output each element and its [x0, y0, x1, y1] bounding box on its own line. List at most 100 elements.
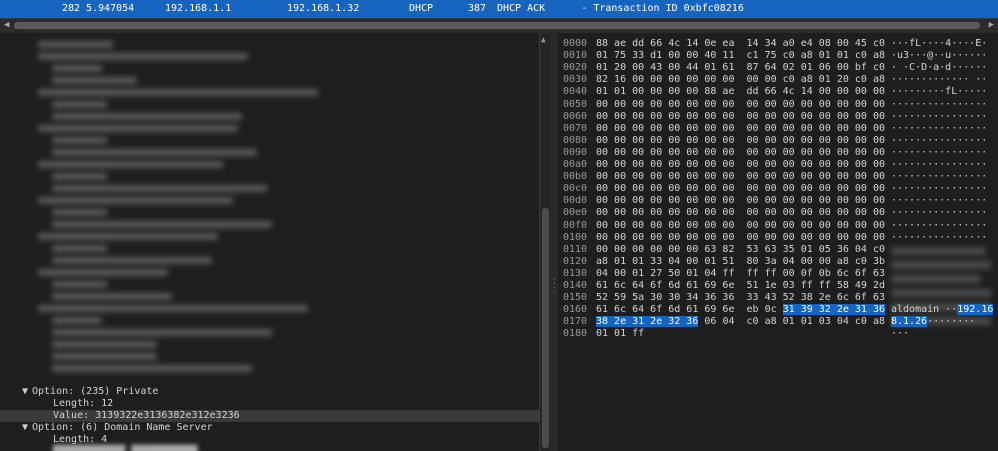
hex-row[interactable]: 0030 82 16 00 00 00 00 00 00 00 00 c0 a8 …	[558, 74, 998, 86]
hex-bytes[interactable]: 00 00 00 00 00 00 00 00 00 00 00 00 00 0…	[596, 171, 885, 183]
packet-bytes-pane[interactable]: 0000 88 ae dd 66 4c 14 0e ea 14 34 a0 e4 …	[558, 33, 998, 451]
hex-ascii[interactable]: ···	[891, 328, 909, 340]
hex-bytes[interactable]: a8 01 01 33 04 00 01 51 80 3a 04 00 00 a…	[596, 256, 885, 268]
hex-bytes-part: 00 00 00 00 00 00 00 00 00 00 00 00 00 0…	[596, 159, 885, 170]
hex-ascii[interactable]: · ·C·D·a·d······	[891, 62, 987, 74]
hex-row[interactable]: 00b0 00 00 00 00 00 00 00 00 00 00 00 00 …	[558, 171, 998, 183]
hex-bytes-part: 00 00 00 00 00 00 00 00 00 00 00 00 00 0…	[596, 122, 885, 134]
hex-bytes[interactable]: 01 01 ff	[596, 328, 644, 340]
hex-ascii[interactable]: ················	[891, 135, 987, 147]
hex-bytes[interactable]: 01 75 33 d1 00 00 40 11 c1 75 c0 a8 01 0…	[596, 50, 885, 62]
hex-row[interactable]: 0130 04 00 01 27 50 01 04 ff ff ff 00 0f …	[558, 268, 998, 280]
hex-bytes[interactable]: 04 00 01 27 50 01 04 ff ff ff 00 0f 0b 6…	[596, 268, 885, 280]
hex-ascii[interactable]: aldomain ··192.16	[891, 304, 994, 316]
hex-row[interactable]: 0090 00 00 00 00 00 00 00 00 00 00 00 00 …	[558, 147, 998, 159]
tree-node-option-235[interactable]: ▼ Option: (235) Private	[0, 386, 539, 398]
hscrollbar-thumb[interactable]	[14, 22, 980, 29]
hex-ascii[interactable]: ·u3···@··u······	[891, 50, 987, 62]
hex-row[interactable]: 0080 00 00 00 00 00 00 00 00 00 00 00 00 …	[558, 135, 998, 147]
hex-bytes[interactable]: 00 00 00 00 00 00 00 00 00 00 00 00 00 0…	[596, 195, 885, 207]
hex-row[interactable]: 0150 52 59 5a 30 30 34 36 36 33 43 52 38 …	[558, 292, 998, 304]
hex-ascii[interactable]: ················	[891, 159, 987, 171]
pane-splitter[interactable]: · · · ·	[550, 33, 558, 451]
hex-row[interactable]: 00f0 00 00 00 00 00 00 00 00 00 00 00 00 …	[558, 220, 998, 232]
hex-row[interactable]: 0110 00 00 00 00 00 00 63 82 53 63 35 01 …	[558, 244, 998, 256]
hex-bytes-part: 88 ae dd 66 4c 14 0e ea 14 34 a0 e4 08 0…	[596, 38, 885, 49]
hex-bytes[interactable]: 00 00 00 00 00 00 00 00 00 00 00 00 00 0…	[596, 220, 885, 232]
hex-bytes[interactable]: 88 ae dd 66 4c 14 0e ea 14 34 a0 e4 08 0…	[596, 38, 885, 50]
hex-offset: 0070	[563, 122, 588, 134]
hex-offset: 00c0	[563, 183, 588, 195]
hex-row[interactable]: 0060 00 00 00 00 00 00 00 00 00 00 00 00 …	[558, 111, 998, 123]
hex-bytes[interactable]: 61 6c 64 6f 6d 61 69 6e 51 1e 03 ff ff 5…	[596, 280, 885, 292]
hex-bytes-highlight: 38 2e 31 2e 32 36	[596, 316, 699, 328]
hex-row[interactable]: 0000 88 ae dd 66 4c 14 0e ea 14 34 a0 e4 …	[558, 38, 998, 50]
hex-bytes-part: 01 75 33 d1 00 00 40 11 c1 75 c0 a8 01 0…	[596, 50, 885, 62]
tree-node-label: Option: (6) Domain Name Server	[32, 422, 213, 433]
tree-node-length[interactable]: Length: 4	[0, 434, 539, 446]
hex-ascii[interactable]: ················	[891, 111, 987, 123]
hex-ascii[interactable]: ················	[891, 147, 987, 159]
hex-ascii[interactable]: ················	[891, 99, 987, 111]
hex-bytes[interactable]: 01 01 00 00 00 00 88 ae dd 66 4c 14 00 0…	[596, 86, 885, 98]
hex-row[interactable]: 0180 01 01 ff ···	[558, 328, 998, 340]
hex-row[interactable]: 0050 00 00 00 00 00 00 00 00 00 00 00 00 …	[558, 99, 998, 111]
packet-list-hscrollbar[interactable]: ◀ ▶	[0, 18, 998, 34]
hex-bytes[interactable]: 00 00 00 00 00 00 00 00 00 00 00 00 00 0…	[596, 232, 885, 244]
hex-bytes[interactable]: 52 59 5a 30 30 34 36 36 33 43 52 38 2e 6…	[596, 292, 885, 304]
chevron-down-icon[interactable]: ▼	[22, 422, 32, 434]
packet-details-tree[interactable]: ▼ Option: (235) Private Length: 12 Value:…	[0, 33, 539, 451]
hex-bytes[interactable]: 38 2e 31 2e 32 36 06 04 c0 a8 01 01 03 0…	[596, 316, 885, 328]
hex-row[interactable]: 0120 a8 01 01 33 04 00 01 51 80 3a 04 00 …	[558, 256, 998, 268]
hex-row[interactable]: 0160 61 6c 64 6f 6d 61 69 6e eb 0c 31 39 …	[558, 304, 998, 316]
hex-ascii[interactable]: ················	[891, 183, 987, 195]
hex-row[interactable]: 0170 38 2e 31 2e 32 36 06 04 c0 a8 01 01 …	[558, 316, 998, 328]
hex-bytes[interactable]: 00 00 00 00 00 00 00 00 00 00 00 00 00 0…	[596, 159, 885, 171]
tree-node-length[interactable]: Length: 12	[0, 398, 539, 410]
hex-bytes[interactable]: 00 00 00 00 00 00 00 00 00 00 00 00 00 0…	[596, 99, 885, 111]
hex-bytes-part: 61 6c 64 6f 6d 61 69 6e eb 0c	[596, 304, 783, 316]
hex-ascii[interactable]: 8.1.26········	[891, 316, 975, 328]
scroll-left-icon[interactable]: ◀	[4, 20, 9, 30]
scroll-right-icon[interactable]: ▶	[989, 20, 994, 30]
hex-bytes[interactable]: 00 00 00 00 00 00 00 00 00 00 00 00 00 0…	[596, 135, 885, 147]
hex-ascii[interactable]: ·········fL·····	[891, 86, 987, 98]
chevron-down-icon[interactable]: ▼	[22, 386, 32, 398]
hex-bytes-part: 00 00 00 00 00 00 00 00 00 00 00 00 00 0…	[596, 195, 885, 207]
hex-bytes[interactable]: 82 16 00 00 00 00 00 00 00 00 c0 a8 01 2…	[596, 74, 885, 86]
hex-ascii[interactable]: ················	[891, 232, 987, 244]
packet-protocol: DHCP	[409, 3, 434, 14]
hex-row[interactable]: 0010 01 75 33 d1 00 00 40 11 c1 75 c0 a8 …	[558, 50, 998, 62]
packet-list-row-selected[interactable]: 282 5.947054 192.168.1.1 192.168.1.32 DH…	[0, 0, 998, 18]
tree-node-label: Length: 4	[53, 434, 108, 445]
hex-bytes[interactable]: 00 00 00 00 00 00 00 00 00 00 00 00 00 0…	[596, 147, 885, 159]
hex-bytes[interactable]: 00 00 00 00 00 00 00 00 00 00 00 00 00 0…	[596, 111, 885, 123]
hex-ascii[interactable]: ················	[891, 207, 987, 219]
hex-ascii[interactable]: ················	[891, 195, 987, 207]
hex-bytes[interactable]: 00 00 00 00 00 00 63 82 53 63 35 01 05 3…	[596, 244, 885, 256]
hex-ascii[interactable]: ···fL····4····E·	[891, 38, 987, 50]
hex-ascii[interactable]: ················	[891, 171, 987, 183]
tree-node-option-6[interactable]: ▼ Option: (6) Domain Name Server	[0, 422, 539, 434]
hex-row[interactable]: 0040 01 01 00 00 00 00 88 ae dd 66 4c 14 …	[558, 86, 998, 98]
hex-row[interactable]: 00d0 00 00 00 00 00 00 00 00 00 00 00 00 …	[558, 195, 998, 207]
hex-row[interactable]: 0070 00 00 00 00 00 00 00 00 00 00 00 00 …	[558, 123, 998, 135]
hex-ascii[interactable]: ················	[891, 220, 987, 232]
hex-row[interactable]: 00a0 00 00 00 00 00 00 00 00 00 00 00 00 …	[558, 159, 998, 171]
hex-ascii[interactable]: ················	[891, 123, 987, 135]
hex-bytes[interactable]: 00 00 00 00 00 00 00 00 00 00 00 00 00 0…	[596, 207, 885, 219]
tree-node-value-selected[interactable]: Value: 3139322e3136382e312e3236	[0, 410, 539, 422]
hex-row[interactable]: 0100 00 00 00 00 00 00 00 00 00 00 00 00 …	[558, 232, 998, 244]
hex-bytes[interactable]: 00 00 00 00 00 00 00 00 00 00 00 00 00 0…	[596, 183, 885, 195]
hex-row[interactable]: 0020 01 20 00 43 00 44 01 61 87 64 02 01 …	[558, 62, 998, 74]
hex-bytes[interactable]: 61 6c 64 6f 6d 61 69 6e eb 0c 31 39 32 2…	[596, 304, 885, 316]
hex-bytes[interactable]: 01 20 00 43 00 44 01 61 87 64 02 01 06 0…	[596, 62, 885, 74]
vscrollbar-thumb[interactable]	[542, 208, 549, 448]
hex-row[interactable]: 00e0 00 00 00 00 00 00 00 00 00 00 00 00 …	[558, 207, 998, 219]
hex-row[interactable]: 0140 61 6c 64 6f 6d 61 69 6e 51 1e 03 ff …	[558, 280, 998, 292]
ascii-part: aldomain ··	[891, 304, 958, 316]
hex-bytes[interactable]: 00 00 00 00 00 00 00 00 00 00 00 00 00 0…	[596, 123, 885, 135]
scroll-up-icon[interactable]: ▲	[541, 35, 546, 44]
hex-row[interactable]: 00c0 00 00 00 00 00 00 00 00 00 00 00 00 …	[558, 183, 998, 195]
hex-ascii[interactable]: ············· ··	[891, 74, 987, 86]
